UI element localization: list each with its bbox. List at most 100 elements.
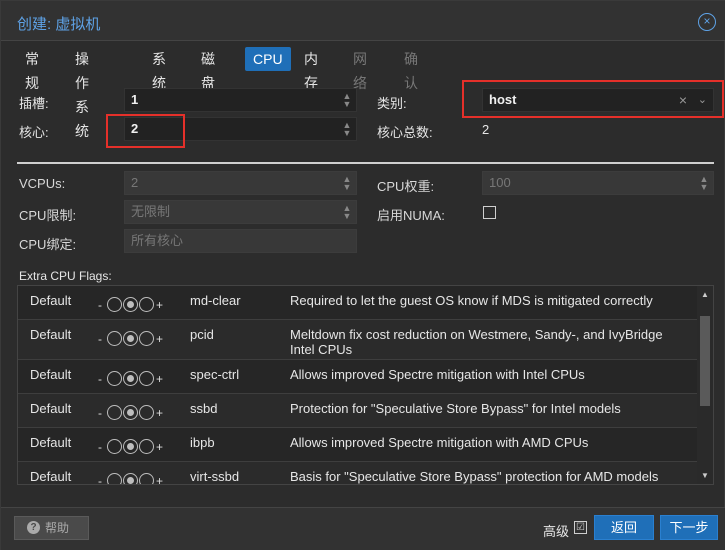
radio-on[interactable] [139,439,154,454]
cpu-limit-value: 无限制 [131,204,171,219]
total-cores-value: 2 [482,122,490,137]
cpu-flags-grid: Default - + md-clear Required to let the… [17,285,714,485]
total-cores-label: 核心总数: [377,125,433,140]
flag-state: Default [30,327,72,342]
tri-state-radio[interactable]: - + [98,436,168,456]
radio-default[interactable] [123,331,138,346]
spinner-icon[interactable]: ▲ ▼ [699,175,709,192]
back-button[interactable]: 返回 [594,515,654,540]
flag-name: ssbd [190,401,218,416]
scroll-thumb[interactable] [700,316,710,406]
next-button[interactable]: 下一步 [660,515,718,540]
vcpus-label: VCPUs: [19,176,66,191]
numa-checkbox[interactable] [483,206,496,219]
create-vm-dialog: 创建: 虚拟机 × 常规 操作系统 系统 磁盘 CPU 内存 网络 确认 插槽:… [0,0,725,550]
spinner-icon[interactable]: ▲ ▼ [342,175,352,192]
radio-off[interactable] [107,473,122,484]
cpu-affinity-value: 所有核心 [131,233,184,248]
table-row: Default - + pcid Meltdown fix cost reduc… [18,320,698,360]
dialog-titlebar: 创建: 虚拟机 × [1,1,725,41]
cpu-affinity-field[interactable]: 所有核心 [124,229,357,253]
radio-on[interactable] [139,405,154,420]
tab-disks[interactable]: 磁盘 [193,47,223,91]
radio-on[interactable] [139,297,154,312]
radio-on[interactable] [139,331,154,346]
table-row: Default - + virt-ssbd Basis for "Specula… [18,462,698,484]
radio-default[interactable] [123,371,138,386]
dialog-title: 创建: 虚拟机 [17,16,101,33]
radio-off[interactable] [107,371,122,386]
flag-state: Default [30,435,72,450]
cpu-limit-field[interactable]: 无限制 ▲ ▼ [124,200,357,224]
cpu-weight-label: CPU权重: [377,179,435,194]
help-button[interactable]: ? 帮助 [14,516,89,540]
sockets-label: 插槽: [19,96,49,111]
vcpus-field[interactable]: 2 ▲ ▼ [124,171,357,195]
tab-network: 网络 [353,51,367,91]
flag-description: Meltdown fix cost reduction on Westmere,… [290,327,663,357]
flag-name: ibpb [190,435,215,450]
tab-os[interactable]: 操作系统 [67,47,97,139]
help-label: 帮助 [45,521,70,535]
sockets-field[interactable]: 1 ▲ ▼ [124,88,357,112]
cpu-limit-label: CPU限制: [19,208,77,223]
radio-off[interactable] [107,297,122,312]
flag-state: Default [30,401,72,416]
radio-default[interactable] [123,405,138,420]
flag-name: pcid [190,327,214,342]
grid-scrollbar[interactable]: ▲ ▼ [697,286,713,484]
tab-confirm: 确认 [404,51,418,91]
radio-on[interactable] [139,371,154,386]
table-row: Default - + ibpb Allows improved Spectre… [18,428,698,462]
tab-system[interactable]: 系统 [144,47,174,91]
scroll-down-icon[interactable]: ▼ [701,471,709,480]
spinner-icon[interactable]: ▲ ▼ [342,204,352,221]
radio-default[interactable] [123,473,138,484]
radio-off[interactable] [107,439,122,454]
section-divider [17,162,714,164]
sockets-value: 1 [131,92,139,107]
tri-state-radio[interactable]: - + [98,402,168,422]
radio-default[interactable] [123,439,138,454]
vcpus-value: 2 [131,175,139,190]
advanced-checkbox[interactable]: ☑ [574,521,587,534]
tri-state-radio[interactable]: - + [98,328,168,348]
radio-on[interactable] [139,473,154,484]
tab-memory[interactable]: 内存 [296,47,326,91]
scroll-up-icon[interactable]: ▲ [701,290,709,299]
tab-general[interactable]: 常规 [17,47,47,91]
radio-default[interactable] [123,297,138,312]
flag-name: spec-ctrl [190,367,240,382]
highlight-box-type [462,80,724,118]
radio-off[interactable] [107,405,122,420]
flag-state: Default [30,367,72,382]
flag-state: Default [30,293,72,308]
spinner-icon[interactable]: ▲ ▼ [342,121,352,138]
cores-label: 核心: [19,125,49,140]
cpu-affinity-label: CPU绑定: [19,237,77,252]
numa-label: 启用NUMA: [377,208,445,223]
cpu-weight-field[interactable]: 100 ▲ ▼ [482,171,714,195]
cpu-type-label: 类别: [377,96,407,111]
flag-state: Default [30,469,72,484]
tri-state-radio[interactable]: - + [98,294,168,314]
flag-description: Allows improved Spectre mitigation with … [290,435,589,450]
cpu-weight-value: 100 [489,175,511,190]
extra-flags-heading: Extra CPU Flags: [19,269,112,283]
close-icon[interactable]: × [698,13,716,31]
help-icon: ? [27,521,40,534]
table-row: Default - + spec-ctrl Allows improved Sp… [18,360,698,394]
table-row: Default - + md-clear Required to let the… [18,286,698,320]
flag-description: Protection for "Speculative Store Bypass… [290,401,621,416]
tri-state-radio[interactable]: - + [98,470,168,484]
tri-state-radio[interactable]: - + [98,368,168,388]
spinner-icon[interactable]: ▲ ▼ [342,92,352,109]
flag-description: Basis for "Speculative Store Bypass" pro… [290,469,659,484]
flag-description: Required to let the guest OS know if MDS… [290,293,653,308]
flag-name: md-clear [190,293,241,308]
highlight-box-cores [106,114,185,148]
tab-cpu[interactable]: CPU [245,47,291,71]
radio-off[interactable] [107,331,122,346]
table-row: Default - + ssbd Protection for "Specula… [18,394,698,428]
flag-description: Allows improved Spectre mitigation with … [290,367,585,382]
